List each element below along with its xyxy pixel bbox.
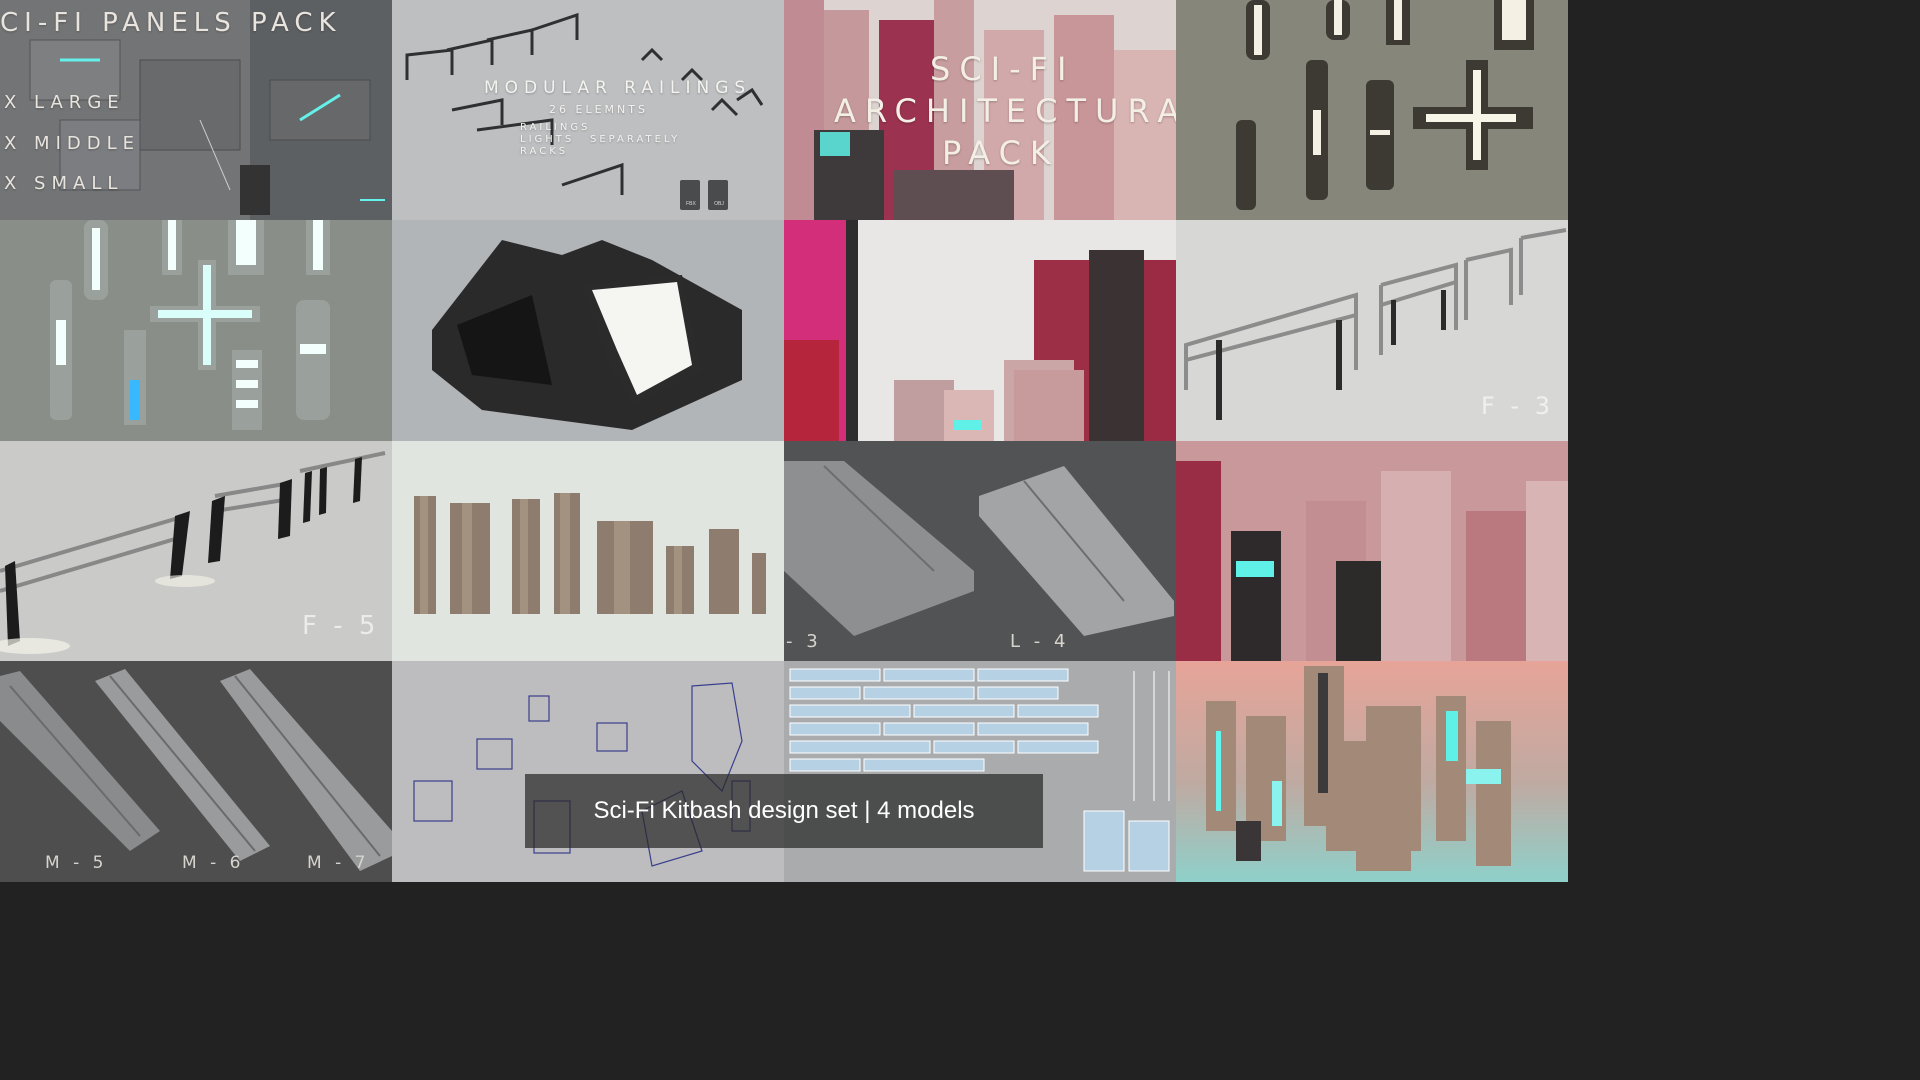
tile-modular-railings: MODULAR RAILINGS 26 ELEMNTS RAILINGS LIG… (392, 0, 784, 220)
caption-overlay: Sci-Fi Kitbash design set | 4 models (525, 774, 1043, 848)
tile-buildings-gradient (1176, 661, 1568, 882)
tile-uv-map (784, 661, 1176, 882)
size-middle-label: X MIDDLE (4, 133, 141, 154)
railings-list-1: RAILINGS (520, 122, 591, 133)
size-small-label: X SMALL (4, 173, 124, 194)
tile-panels-l3-l4: - 3 L - 4 (784, 441, 1176, 661)
image-collage: CI-FI PANELS PACK X LARGE X MIDDLE X SMA… (0, 0, 1568, 882)
model-label-l3: - 3 (786, 631, 822, 652)
model-label-f3: F - 3 (1481, 392, 1554, 420)
railings-list-3: RACKS (520, 146, 569, 157)
model-label-l4: L - 4 (1010, 631, 1070, 652)
panels-pack-title: CI-FI PANELS PACK (0, 8, 342, 38)
fixtures-cyan-art (0, 220, 392, 441)
tile-railing-f3: F - 3 (1176, 220, 1568, 441)
tile-tower-lineup (392, 441, 784, 661)
tower-lineup-art (392, 441, 784, 661)
tile-light-fixtures-cyan (0, 220, 392, 441)
model-label-m6: M - 6 (182, 853, 245, 873)
dark-module-art (392, 220, 784, 441)
model-label-m7: M - 7 (307, 853, 370, 873)
tile-light-fixtures-top (1176, 0, 1568, 220)
fixtures-art (1176, 0, 1568, 220)
city-street-art (784, 220, 1176, 441)
model-label-m5: M - 5 (45, 853, 108, 873)
size-large-label: X LARGE (4, 92, 125, 113)
panels-l-art (784, 441, 1176, 661)
obj-file-icon: OBJ (709, 182, 729, 210)
tile-panels-m: M - 5 M - 6 M - 7 (0, 661, 392, 882)
tile-architectural-pack: SCI-FI ARCHITECTURAL PACK (784, 0, 1176, 220)
architectural-title-line3: PACK (942, 134, 1060, 172)
tile-railing-f5: F - 5 (0, 441, 392, 661)
tile-panels-pack: CI-FI PANELS PACK X LARGE X MIDDLE X SMA… (0, 0, 392, 220)
uv-map-art (784, 661, 1176, 882)
fbx-file-icon: FBX (681, 182, 701, 210)
tile-city-pink-aerial (1176, 441, 1568, 661)
railings-title: MODULAR RAILINGS (484, 78, 752, 98)
tile-wireframes (392, 661, 784, 882)
architectural-title-line1: SCI-FI (930, 50, 1076, 88)
caption-text: Sci-Fi Kitbash design set | 4 models (593, 797, 975, 824)
wireframes-art (392, 661, 784, 882)
panels-m-art (0, 661, 392, 882)
model-label-f5: F - 5 (302, 611, 380, 641)
tile-city-pink-street (784, 220, 1176, 441)
railings-separately: SEPARATELY (590, 134, 681, 145)
city-aerial-art (1176, 441, 1568, 661)
architectural-title-line2: ARCHITECTURAL (834, 92, 1176, 130)
tile-dark-module (392, 220, 784, 441)
obj-file-label: OBJ (714, 201, 724, 207)
fbx-file-label: FBX (686, 201, 696, 207)
railings-list-2: LIGHTS (520, 134, 575, 145)
railings-count: 26 ELEMNTS (549, 103, 648, 116)
buildings-art (1206, 666, 1511, 871)
